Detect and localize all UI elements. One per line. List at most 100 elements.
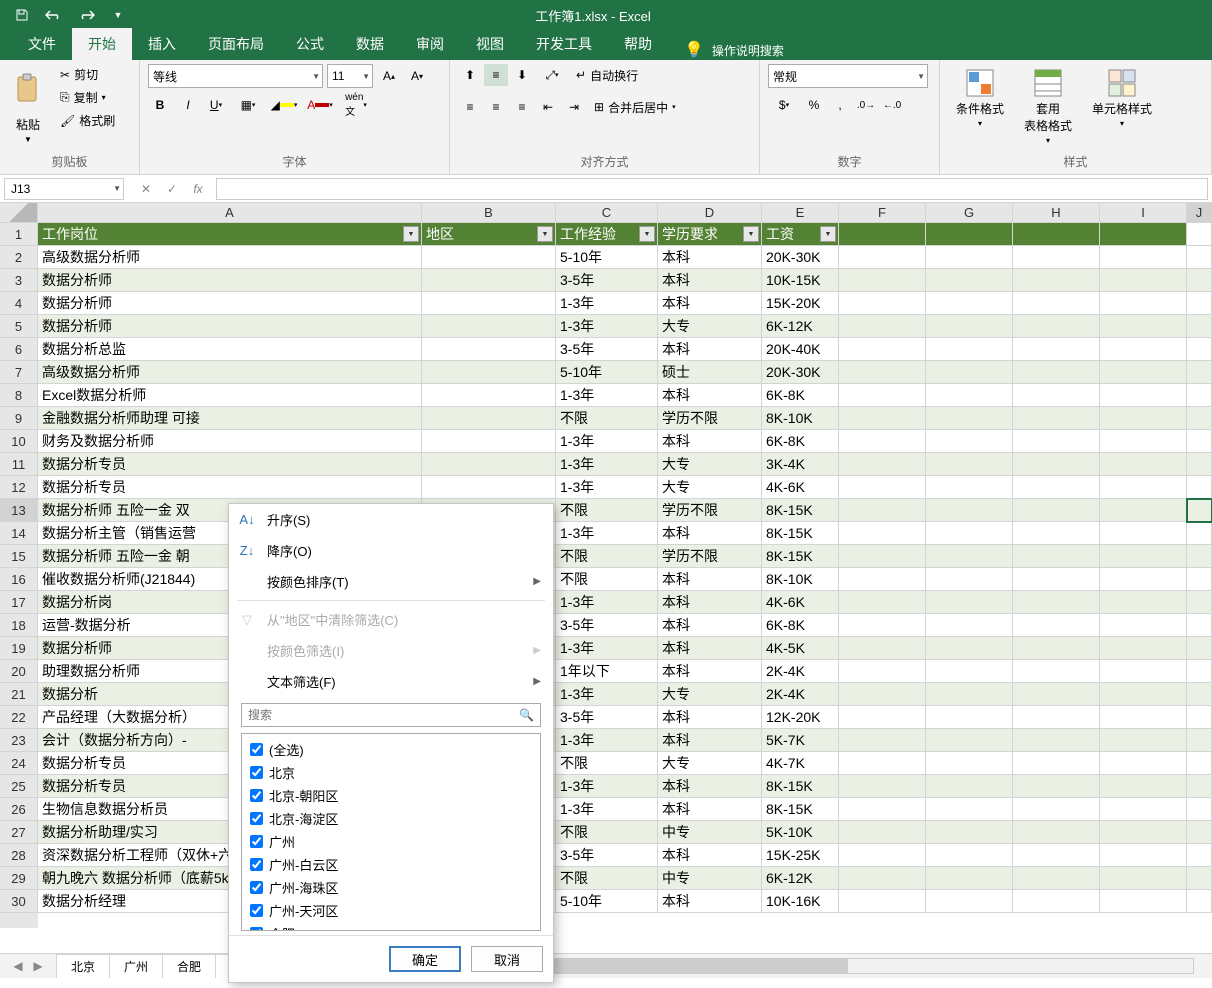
data-cell[interactable]	[1013, 821, 1100, 844]
data-cell[interactable]	[1187, 315, 1212, 338]
bold-button[interactable]: B	[148, 94, 172, 116]
data-cell[interactable]	[926, 246, 1013, 269]
data-cell[interactable]: 不限	[556, 407, 658, 430]
data-cell[interactable]: 1-3年	[556, 591, 658, 614]
conditional-format-button[interactable]: 条件格式▾	[948, 64, 1012, 132]
prev-sheet-icon[interactable]: ◀	[10, 959, 26, 973]
data-cell[interactable]: 中专	[658, 821, 762, 844]
data-cell[interactable]	[839, 752, 926, 775]
data-cell[interactable]	[1100, 430, 1187, 453]
data-cell[interactable]: Excel数据分析师	[38, 384, 422, 407]
data-cell[interactable]	[926, 522, 1013, 545]
data-cell[interactable]: 数据分析专员	[38, 453, 422, 476]
row-header[interactable]: 6	[0, 338, 38, 361]
data-cell[interactable]: 1-3年	[556, 476, 658, 499]
data-cell[interactable]	[422, 407, 556, 430]
data-cell[interactable]: 1-3年	[556, 637, 658, 660]
data-cell[interactable]: 大专	[658, 453, 762, 476]
paste-button[interactable]	[8, 64, 48, 114]
data-cell[interactable]	[1100, 821, 1187, 844]
data-cell[interactable]: 3K-4K	[762, 453, 839, 476]
data-cell[interactable]	[1187, 706, 1212, 729]
data-cell[interactable]	[1187, 430, 1212, 453]
data-cell[interactable]: 3-5年	[556, 269, 658, 292]
shrink-font-button[interactable]: A▾	[405, 65, 429, 87]
data-cell[interactable]	[839, 545, 926, 568]
data-cell[interactable]	[1187, 269, 1212, 292]
data-cell[interactable]	[926, 384, 1013, 407]
tab-data[interactable]: 数据	[340, 28, 400, 60]
column-header[interactable]: C	[556, 203, 658, 223]
data-cell[interactable]	[1187, 729, 1212, 752]
data-cell[interactable]	[926, 890, 1013, 913]
data-cell[interactable]: 8K-15K	[762, 499, 839, 522]
row-header[interactable]: 17	[0, 591, 38, 614]
data-cell[interactable]	[1100, 246, 1187, 269]
data-cell[interactable]: 高级数据分析师	[38, 361, 422, 384]
column-header[interactable]: G	[926, 203, 1013, 223]
data-cell[interactable]: 1-3年	[556, 453, 658, 476]
data-cell[interactable]	[1100, 683, 1187, 706]
data-cell[interactable]	[1013, 269, 1100, 292]
data-cell[interactable]: 8K-15K	[762, 545, 839, 568]
tab-review[interactable]: 审阅	[400, 28, 460, 60]
data-cell[interactable]: 1-3年	[556, 384, 658, 407]
cancel-formula-icon[interactable]: ✕	[134, 178, 158, 200]
filter-search-input[interactable]	[248, 708, 519, 722]
data-cell[interactable]	[839, 729, 926, 752]
data-cell[interactable]	[839, 614, 926, 637]
data-cell[interactable]	[1100, 591, 1187, 614]
data-cell[interactable]: 本科	[658, 430, 762, 453]
data-cell[interactable]	[1187, 752, 1212, 775]
filter-checkbox-item[interactable]: 北京-朝阳区	[246, 784, 536, 807]
data-cell[interactable]	[1187, 844, 1212, 867]
checkbox[interactable]	[250, 835, 263, 848]
data-cell[interactable]	[926, 821, 1013, 844]
column-header[interactable]: H	[1013, 203, 1100, 223]
align-center-button[interactable]: ≡	[484, 96, 508, 118]
row-header[interactable]: 15	[0, 545, 38, 568]
data-cell[interactable]	[926, 453, 1013, 476]
data-cell[interactable]	[839, 384, 926, 407]
data-cell[interactable]: 学历不限	[658, 499, 762, 522]
data-cell[interactable]: 20K-30K	[762, 361, 839, 384]
name-box[interactable]: J13▼	[4, 178, 124, 200]
copy-button[interactable]: ⎘复制 ▾	[56, 87, 119, 108]
data-cell[interactable]	[1013, 453, 1100, 476]
data-cell[interactable]	[1013, 499, 1100, 522]
data-cell[interactable]	[422, 246, 556, 269]
data-cell[interactable]: 10K-16K	[762, 890, 839, 913]
data-cell[interactable]: 数据分析师	[38, 292, 422, 315]
wrap-text-button[interactable]: ↵自动换行	[570, 64, 644, 86]
data-cell[interactable]	[1187, 660, 1212, 683]
data-cell[interactable]	[422, 476, 556, 499]
border-button[interactable]: ▦ ▾	[232, 94, 264, 116]
sheet-tab[interactable]: 北京	[56, 954, 110, 978]
tab-formulas[interactable]: 公式	[280, 28, 340, 60]
column-header[interactable]: F	[839, 203, 926, 223]
ok-button[interactable]: 确定	[389, 946, 461, 972]
data-cell[interactable]	[1100, 545, 1187, 568]
data-cell[interactable]	[1187, 361, 1212, 384]
cancel-button[interactable]: 取消	[471, 946, 543, 972]
data-cell[interactable]	[926, 568, 1013, 591]
row-header[interactable]: 21	[0, 683, 38, 706]
data-cell[interactable]: 6K-12K	[762, 315, 839, 338]
data-cell[interactable]: 8K-15K	[762, 798, 839, 821]
data-cell[interactable]	[1187, 476, 1212, 499]
data-cell[interactable]	[1013, 752, 1100, 775]
horizontal-scrollbar[interactable]	[497, 958, 1194, 974]
data-cell[interactable]	[1013, 568, 1100, 591]
checkbox[interactable]	[250, 858, 263, 871]
data-cell[interactable]: 5K-7K	[762, 729, 839, 752]
data-cell[interactable]: 大专	[658, 476, 762, 499]
data-cell[interactable]	[839, 706, 926, 729]
data-cell[interactable]: 6K-8K	[762, 430, 839, 453]
data-cell[interactable]	[1187, 821, 1212, 844]
data-cell[interactable]: 6K-8K	[762, 614, 839, 637]
data-cell[interactable]: 学历不限	[658, 545, 762, 568]
tab-view[interactable]: 视图	[460, 28, 520, 60]
data-cell[interactable]	[839, 338, 926, 361]
data-cell[interactable]	[839, 453, 926, 476]
data-cell[interactable]	[839, 821, 926, 844]
